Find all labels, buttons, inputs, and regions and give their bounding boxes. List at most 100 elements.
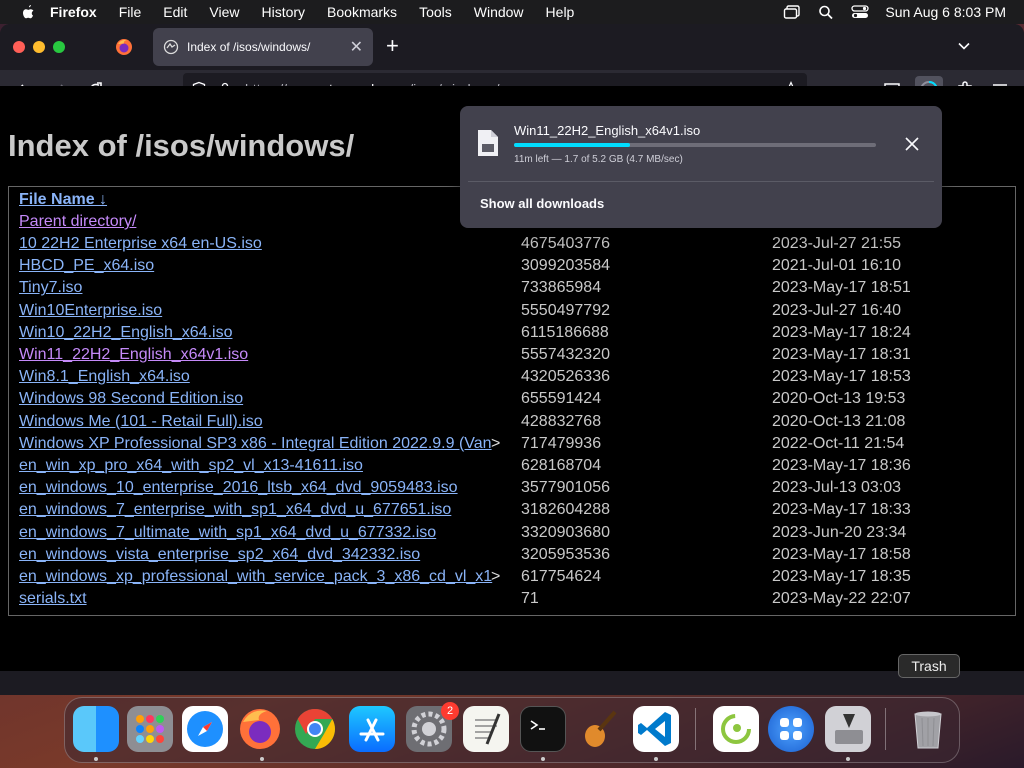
file-date: 2023-May-17 18:36: [772, 457, 911, 474]
truncation-marker: >: [491, 568, 501, 585]
file-size: 71: [521, 590, 539, 608]
file-date: 2022-Oct-11 21:54: [772, 434, 905, 452]
file-date: 2023-May-17 18:31: [772, 346, 911, 363]
file-link[interactable]: Win11_22H2_English_x64v1.iso: [19, 346, 504, 364]
file-date: 2020-Oct-13 19:53: [772, 390, 906, 408]
menu-tools[interactable]: Tools: [419, 4, 452, 20]
terminal-icon[interactable]: [520, 706, 566, 752]
file-date: 2023-Jun-20 23:34: [772, 523, 907, 541]
file-size: 3099203584: [521, 257, 610, 275]
dock-tooltip: Trash: [898, 654, 960, 678]
file-link[interactable]: HBCD_PE_x64.iso: [19, 257, 504, 275]
file-link[interactable]: en_windows_7_ultimate_with_sp1_x64_dvd_u…: [19, 524, 504, 542]
file-date: 2023-May-17 18:51: [772, 279, 911, 297]
close-window-button[interactable]: [13, 41, 25, 53]
file-date: 2021-Jul-01 16:10: [772, 257, 901, 275]
menu-file[interactable]: File: [119, 4, 142, 20]
apple-icon[interactable]: [20, 4, 36, 20]
menu-view[interactable]: View: [209, 4, 239, 20]
file-link[interactable]: Win10Enterprise.iso: [19, 302, 504, 320]
table-row: Windows Me (101 - Retail Full).iso 428832…: [19, 413, 1009, 435]
parent-directory-link[interactable]: Parent directory/: [19, 213, 504, 231]
minimize-window-button[interactable]: [33, 41, 45, 53]
menu-history[interactable]: History: [261, 4, 305, 20]
control-center-icon[interactable]: [851, 4, 870, 20]
file-size: 3577901056: [521, 479, 610, 497]
firefox-view-icon[interactable]: [115, 38, 133, 56]
window-switcher-icon[interactable]: [783, 4, 801, 20]
launchpad-icon[interactable]: [127, 706, 173, 752]
dock: 2: [64, 697, 960, 763]
file-size: 3205953536: [521, 545, 610, 563]
menu-bar: Firefox File Edit View History Bookmarks…: [0, 0, 1024, 24]
table-row: en_windows_10_enterprise_2016_ltsb_x64_d…: [19, 479, 1009, 501]
menu-edit[interactable]: Edit: [163, 4, 187, 20]
spotlight-search-icon[interactable]: [817, 4, 835, 20]
table-row: en_windows_vista_enterprise_sp2_x64_dvd_…: [19, 546, 1009, 568]
download-status: 11m left — 1.7 of 5.2 GB (4.7 MB/sec): [514, 154, 683, 165]
file-link[interactable]: Windows XP Professional SP3 x86 - Integr…: [19, 435, 504, 453]
file-link[interactable]: 10 22H2 Enterprise x64 en-US.iso: [19, 235, 504, 253]
chevron-down-icon[interactable]: [956, 38, 972, 54]
panel-divider: [468, 181, 934, 182]
file-link[interactable]: en_windows_10_enterprise_2016_ltsb_x64_d…: [19, 479, 504, 497]
table-row: Win10_22H2_English_x64.iso 6115186688 2023…: [19, 324, 1009, 346]
zoom-window-button[interactable]: [53, 41, 65, 53]
file-link[interactable]: Windows Me (101 - Retail Full).iso: [19, 413, 504, 431]
menu-bookmarks[interactable]: Bookmarks: [327, 4, 397, 20]
file-size: 717479936: [521, 434, 602, 452]
file-date: 2023-May-17 18:24: [772, 323, 911, 341]
file-date: 2023-May-17 18:58: [772, 545, 911, 563]
textedit-icon[interactable]: [463, 706, 509, 752]
table-row: Win10Enterprise.iso 5550497792 2023-Jul-27…: [19, 302, 1009, 324]
file-link[interactable]: en_win_xp_pro_x64_with_sp2_vl_x13-41611.…: [19, 457, 504, 475]
table-row: 10 22H2 Enterprise x64 en-US.iso 46754037…: [19, 235, 1009, 257]
file-link[interactable]: serials.txt: [19, 590, 504, 608]
disk-utility-icon[interactable]: [825, 706, 871, 752]
close-tab-icon[interactable]: ✕: [350, 37, 363, 57]
cursor-app-icon[interactable]: [713, 706, 759, 752]
vscode-icon[interactable]: [633, 706, 679, 752]
file-link[interactable]: Win10_22H2_English_x64.iso: [19, 324, 504, 342]
table-row: en_windows_7_enterprise_with_sp1_x64_dvd…: [19, 501, 1009, 523]
menu-window[interactable]: Window: [474, 4, 524, 20]
show-all-downloads-button[interactable]: Show all downloads: [480, 196, 604, 211]
file-link[interactable]: Windows 98 Second Edition.iso: [19, 390, 504, 408]
new-tab-button[interactable]: +: [386, 35, 399, 57]
trash-icon[interactable]: [905, 706, 951, 752]
garageband-guitar-icon[interactable]: [577, 706, 623, 752]
tab-active[interactable]: Index of /isos/windows/ ✕: [153, 28, 373, 66]
file-link[interactable]: en_windows_vista_enterprise_sp2_x64_dvd_…: [19, 546, 504, 564]
file-size: 617754624: [521, 568, 602, 585]
app-store-icon[interactable]: [349, 706, 395, 752]
file-link[interactable]: en_windows_xp_professional_with_service_…: [19, 568, 504, 586]
file-date: 2023-Jul-27 21:55: [772, 235, 901, 252]
file-size: 5557432320: [521, 346, 610, 363]
file-date: 2023-May-17 18:53: [772, 368, 911, 386]
file-size: 733865984: [521, 279, 602, 297]
cancel-download-icon[interactable]: [904, 136, 920, 152]
finder-icon[interactable]: [73, 706, 119, 752]
file-link[interactable]: Win8.1_English_x64.iso: [19, 368, 504, 386]
menubar-clock[interactable]: Sun Aug 6 8:03 PM: [885, 4, 1006, 20]
table-row: HBCD_PE_x64.iso 3099203584 2021-Jul-01 16:…: [19, 257, 1009, 279]
table-row: Win11_22H2_English_x64v1.iso 5557432320 20…: [19, 346, 1009, 368]
menu-help[interactable]: Help: [546, 4, 575, 20]
download-filename[interactable]: Win11_22H2_English_x64v1.iso: [514, 123, 700, 138]
column-header-file-name[interactable]: File Name ↓: [19, 191, 107, 209]
utm-icon[interactable]: [768, 706, 814, 752]
menu-app-firefox[interactable]: Firefox: [50, 4, 97, 20]
firefox-icon[interactable]: [237, 706, 283, 752]
table-row: en_windows_xp_professional_with_service_…: [19, 568, 1009, 590]
directory-favicon-icon: [163, 39, 179, 55]
table-row: en_win_xp_pro_x64_with_sp2_vl_x13-41611.…: [19, 457, 1009, 479]
file-date: 2023-May-17 18:35: [772, 568, 911, 585]
file-link[interactable]: Tiny7.iso: [19, 279, 504, 297]
file-link[interactable]: en_windows_7_enterprise_with_sp1_x64_dvd…: [19, 501, 504, 519]
file-listing-table: File Name ↓ Parent directory/ 10 22H2 En…: [8, 186, 1016, 616]
chrome-icon[interactable]: [292, 706, 338, 752]
file-date: 2020-Oct-13 21:08: [772, 412, 906, 430]
file-size: 3182604288: [521, 501, 610, 519]
tab-bar: Index of /isos/windows/ ✕ +: [0, 24, 1024, 70]
safari-compass-icon[interactable]: [182, 706, 228, 752]
